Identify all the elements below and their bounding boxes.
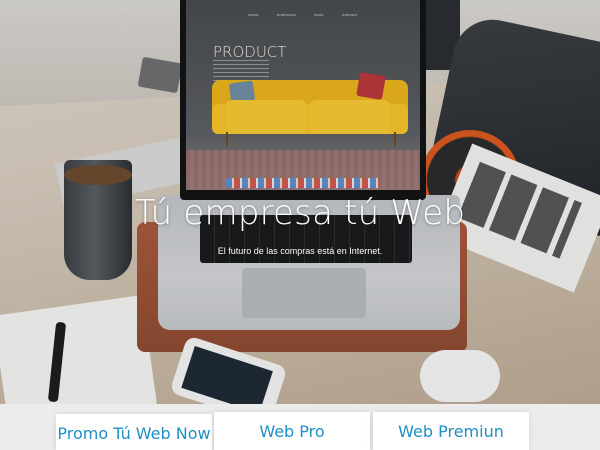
hero-banner: INICIO PORTFOLIO BLOG CONTACT PRODUCT Tú…: [0, 0, 600, 404]
plan-card-title: Web Pro: [259, 422, 325, 441]
plan-card-promo[interactable]: Promo Tú Web Now: [56, 414, 212, 450]
plan-cards: Promo Tú Web Now Web Pro Web Premiun: [0, 404, 600, 450]
plan-card-title: Web Premiun: [398, 422, 504, 441]
hero-headline: Tú empresa tú Web: [134, 193, 466, 233]
plan-card-pro[interactable]: Web Pro: [214, 412, 370, 450]
plan-card-premium[interactable]: Web Premiun: [373, 412, 529, 450]
hero-subheadline: El futuro de las compras está en Interne…: [217, 246, 383, 256]
plan-card-title: Promo Tú Web Now: [57, 424, 211, 443]
